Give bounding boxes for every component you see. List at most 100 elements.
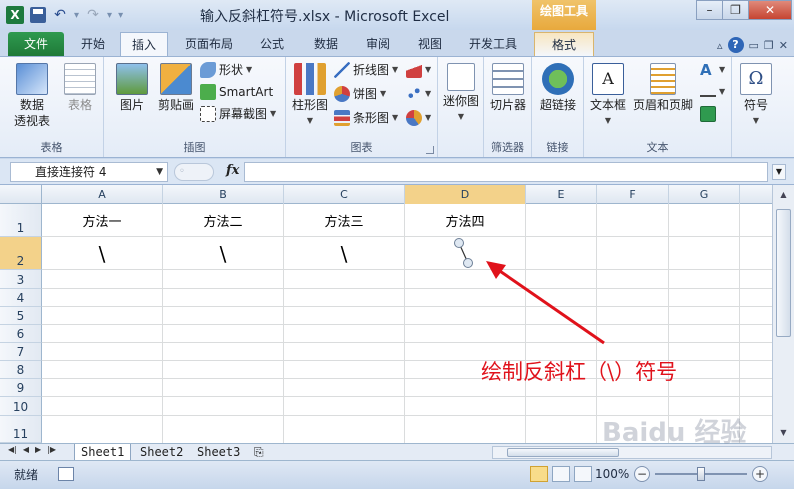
cell-b2[interactable]: \ <box>163 242 283 266</box>
column-header-c[interactable]: C <box>284 185 405 204</box>
tab-formulas[interactable]: 公式 <box>250 32 294 56</box>
tab-data[interactable]: 数据 <box>304 32 348 56</box>
cell-b1[interactable]: 方法二 <box>163 211 283 230</box>
redo-icon[interactable]: ↷ <box>85 7 101 23</box>
zoom-level[interactable]: 100% <box>595 467 629 481</box>
undo-dropdown-icon[interactable]: ▾ <box>74 10 79 21</box>
first-sheet-icon[interactable]: ◀| <box>8 445 17 454</box>
other-charts-button[interactable]: ▼ <box>406 109 431 127</box>
record-macro-icon[interactable] <box>58 467 74 481</box>
worksheet-grid[interactable]: A B C D E F G 1 2 3 4 5 6 7 8 9 10 11 方法… <box>0 185 794 443</box>
picture-button[interactable]: 图片 <box>110 63 154 113</box>
cell-a1[interactable]: 方法一 <box>42 211 162 230</box>
column-header-b[interactable]: B <box>163 185 284 204</box>
excel-logo-icon[interactable]: X <box>6 6 24 24</box>
zoom-slider-knob[interactable] <box>697 467 705 481</box>
row-header-9[interactable]: 9 <box>0 379 42 397</box>
hyperlink-button[interactable]: 超链接 <box>534 63 582 113</box>
drawn-line-shape[interactable] <box>448 235 480 275</box>
horizontal-scroll-thumb[interactable] <box>507 448 619 457</box>
column-header-h[interactable] <box>740 185 772 204</box>
undo-icon[interactable]: ↶ <box>52 7 68 23</box>
row-header-2[interactable]: 2 <box>0 237 42 270</box>
sheet-tab-1[interactable]: Sheet1 <box>74 444 132 461</box>
pivot-table-button[interactable]: 数据 透视表 <box>6 63 58 129</box>
next-sheet-icon[interactable]: ▶ <box>35 445 41 454</box>
signature-line-button[interactable]: ▼ <box>700 83 725 101</box>
doc-minimize-icon[interactable]: ▭ <box>749 39 759 52</box>
row-header-10[interactable]: 10 <box>0 397 42 416</box>
column-header-e[interactable]: E <box>526 185 597 204</box>
tab-page-layout[interactable]: 页面布局 <box>176 32 242 56</box>
zoom-out-button[interactable]: − <box>634 466 650 482</box>
row-header-6[interactable]: 6 <box>0 325 42 343</box>
redo-dropdown-icon[interactable]: ▾ <box>107 10 112 21</box>
tab-format[interactable]: 格式 <box>534 32 594 56</box>
help-icon[interactable]: ? <box>727 37 744 53</box>
tab-developer[interactable]: 开发工具 <box>460 32 526 56</box>
scatter-chart-button[interactable]: ▼ <box>406 85 431 103</box>
row-header-3[interactable]: 3 <box>0 270 42 289</box>
row-header-7[interactable]: 7 <box>0 343 42 361</box>
sheet-tab-3[interactable]: Sheet3 <box>191 444 246 461</box>
minimize-ribbon-icon[interactable]: ▵ <box>717 39 723 52</box>
column-chart-button[interactable]: 柱形图 ▼ <box>290 63 330 129</box>
doc-restore-icon[interactable]: ❐ <box>764 39 774 52</box>
line-start-handle[interactable] <box>454 238 464 248</box>
doc-close-icon[interactable]: ✕ <box>779 39 788 52</box>
row-header-1[interactable]: 1 <box>0 204 42 237</box>
column-header-g[interactable]: G <box>669 185 740 204</box>
object-button[interactable] <box>700 105 716 123</box>
scroll-down-icon[interactable]: ▼ <box>776 425 791 440</box>
tab-file[interactable]: 文件 <box>8 32 64 56</box>
row-header-8[interactable]: 8 <box>0 361 42 379</box>
customize-qat-icon[interactable]: ▾ <box>118 10 123 21</box>
line-chart-button[interactable]: 折线图 ▼ <box>334 61 398 79</box>
screenshot-button[interactable]: 屏幕截图 ▼ <box>200 105 276 123</box>
page-break-view-button[interactable] <box>574 466 592 482</box>
formula-input[interactable] <box>244 162 768 182</box>
textbox-button[interactable]: A 文本框 ▼ <box>586 63 630 129</box>
bar-chart-button[interactable]: 条形图 ▼ <box>334 109 398 127</box>
cell-d1[interactable]: 方法四 <box>405 211 525 230</box>
close-button[interactable]: ✕ <box>748 0 792 20</box>
symbol-button[interactable]: Ω 符号 ▼ <box>736 63 776 129</box>
insert-function-icon[interactable]: fx <box>226 163 239 178</box>
line-end-handle[interactable] <box>463 258 473 268</box>
name-box-dropdown-icon[interactable]: ▼ <box>156 163 163 181</box>
column-header-a[interactable]: A <box>42 185 163 204</box>
scroll-up-icon[interactable]: ▲ <box>776 187 791 202</box>
row-header-4[interactable]: 4 <box>0 289 42 307</box>
insert-sheet-icon[interactable]: ⎘ <box>248 444 270 461</box>
table-button[interactable]: 表格 <box>60 63 100 113</box>
normal-view-button[interactable] <box>530 466 548 482</box>
tab-review[interactable]: 审阅 <box>356 32 400 56</box>
row-header-11[interactable]: 11 <box>0 416 42 443</box>
charts-dialog-launcher-icon[interactable] <box>426 146 434 154</box>
last-sheet-icon[interactable]: |▶ <box>47 445 56 454</box>
cell-a2[interactable]: \ <box>42 242 162 266</box>
header-footer-button[interactable]: 页眉和页脚 <box>630 63 696 113</box>
column-header-d[interactable]: D <box>405 185 526 204</box>
zoom-in-button[interactable]: + <box>752 466 768 482</box>
clipart-button[interactable]: 剪贴画 <box>154 63 198 113</box>
expand-formula-bar-icon[interactable]: ▼ <box>772 164 786 180</box>
shapes-button[interactable]: 形状 ▼ <box>200 61 252 79</box>
select-all-corner[interactable] <box>0 185 42 204</box>
column-header-f[interactable]: F <box>597 185 669 204</box>
wordart-button[interactable]: A ▼ <box>700 61 725 79</box>
pie-chart-button[interactable]: 饼图 ▼ <box>334 85 386 103</box>
tab-insert[interactable]: 插入 <box>120 32 168 56</box>
page-layout-view-button[interactable] <box>552 466 570 482</box>
cell-c1[interactable]: 方法三 <box>284 211 404 230</box>
smartart-button[interactable]: SmartArt <box>200 83 273 101</box>
tab-home[interactable]: 开始 <box>70 32 116 56</box>
slicer-button[interactable]: 切片器 <box>486 63 530 113</box>
sparklines-button[interactable]: 迷你图 ▼ <box>442 63 480 125</box>
vertical-scroll-thumb[interactable] <box>776 209 791 337</box>
prev-sheet-icon[interactable]: ◀ <box>23 445 29 454</box>
vertical-scrollbar[interactable]: ▲ ▼ <box>772 185 794 443</box>
row-header-5[interactable]: 5 <box>0 307 42 325</box>
area-chart-button[interactable]: ▼ <box>406 61 431 79</box>
cell-c2[interactable]: \ <box>284 242 404 266</box>
